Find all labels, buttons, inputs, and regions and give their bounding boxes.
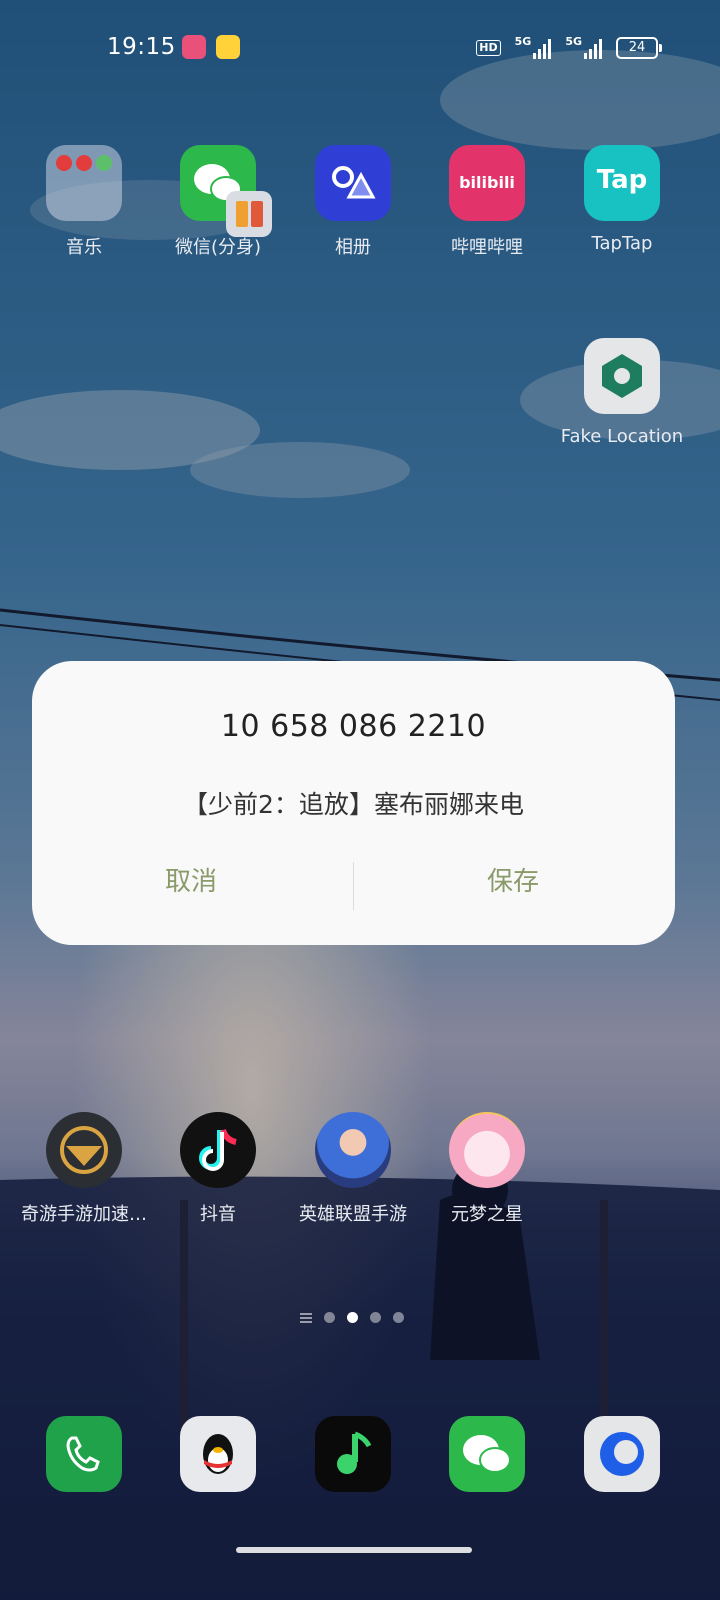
- app-label: TapTap: [591, 233, 653, 254]
- app-gallery[interactable]: 相册: [288, 145, 418, 259]
- hd-icon: HD: [476, 39, 501, 56]
- status-bar-right: HD 5G 5G 24: [476, 36, 662, 59]
- status-time: 19:15: [107, 34, 176, 60]
- app-label: 微信(分身): [174, 237, 262, 258]
- app-taptap[interactable]: Tap TapTap: [557, 145, 687, 254]
- page-dot[interactable]: [324, 1312, 335, 1323]
- app-label: 元梦之星: [451, 1204, 523, 1225]
- browser-icon: [584, 1416, 660, 1492]
- network-type: 5G: [514, 35, 532, 48]
- app-label: 英雄联盟手游: [299, 1204, 407, 1225]
- page-dot[interactable]: [370, 1312, 381, 1323]
- network-type: 5G: [565, 35, 582, 48]
- dock-browser[interactable]: [557, 1416, 687, 1492]
- app-drawer-indicator-icon[interactable]: [300, 1312, 312, 1323]
- app-wechat-clone[interactable]: 微信(分身): [153, 145, 283, 259]
- dock-phone[interactable]: [19, 1416, 149, 1492]
- douyin-icon: [180, 1112, 256, 1188]
- cancel-button[interactable]: 取消: [165, 861, 217, 898]
- app-douyin[interactable]: 抖音: [153, 1112, 283, 1226]
- home-gesture-bar[interactable]: [236, 1547, 472, 1553]
- dock-wechat[interactable]: [422, 1416, 552, 1492]
- taptap-logo-text: Tap: [596, 165, 648, 195]
- dock-qq[interactable]: [153, 1416, 283, 1492]
- gallery-icon: [315, 145, 391, 221]
- page-indicator[interactable]: [300, 1312, 404, 1323]
- app-label: Fake Location: [560, 426, 684, 447]
- signal-icon: 5G: [565, 36, 602, 59]
- app-label: 音乐: [66, 237, 102, 258]
- page-dot-active[interactable]: [347, 1312, 358, 1323]
- bilibili-icon: bilibili: [449, 145, 525, 221]
- app-yuanmeng[interactable]: 元梦之星: [422, 1112, 552, 1226]
- dialog-message: 【少前2：追放】塞布丽娜来电: [183, 790, 524, 819]
- app-notification-icon: [216, 35, 240, 59]
- wechat-icon: [449, 1416, 525, 1492]
- app-music-folder[interactable]: 音乐: [19, 145, 149, 259]
- qiyou-icon: [46, 1112, 122, 1188]
- dialog-phone-number: 10 658 086 2210: [220, 709, 487, 744]
- app-bilibili[interactable]: bilibili 哔哩哔哩: [422, 145, 552, 259]
- battery-icon: 24: [616, 36, 662, 59]
- bilibili-logo-text: bilibili: [459, 173, 515, 192]
- app-qiyou-booster[interactable]: 奇游手游加速…: [19, 1112, 149, 1226]
- button-divider: [353, 862, 354, 910]
- app-label: 抖音: [200, 1204, 236, 1225]
- clone-badge-icon: [226, 191, 272, 237]
- phone-icon: [46, 1416, 122, 1492]
- app-label: 奇游手游加速…: [21, 1204, 147, 1225]
- save-number-dialog: 10 658 086 2210 【少前2：追放】塞布丽娜来电 取消 保存: [32, 661, 675, 945]
- page-dot[interactable]: [393, 1312, 404, 1323]
- app-lol-mobile[interactable]: 英雄联盟手游: [288, 1112, 418, 1226]
- yuanmeng-icon: [449, 1112, 525, 1188]
- location-icon: [584, 338, 660, 414]
- signal-icon: 5G: [515, 36, 552, 59]
- save-button[interactable]: 保存: [487, 861, 539, 898]
- app-notification-icon: [182, 35, 206, 59]
- dock-music[interactable]: [288, 1416, 418, 1492]
- app-label: 哔哩哔哩: [451, 237, 523, 258]
- app-fake-location[interactable]: Fake Location: [557, 338, 687, 447]
- qq-icon: [180, 1416, 256, 1492]
- music-icon: [315, 1416, 391, 1492]
- folder-icon: [46, 145, 122, 221]
- taptap-icon: Tap: [584, 145, 660, 221]
- lol-icon: [315, 1112, 391, 1188]
- app-label: 相册: [335, 237, 371, 258]
- wechat-icon: [180, 145, 272, 237]
